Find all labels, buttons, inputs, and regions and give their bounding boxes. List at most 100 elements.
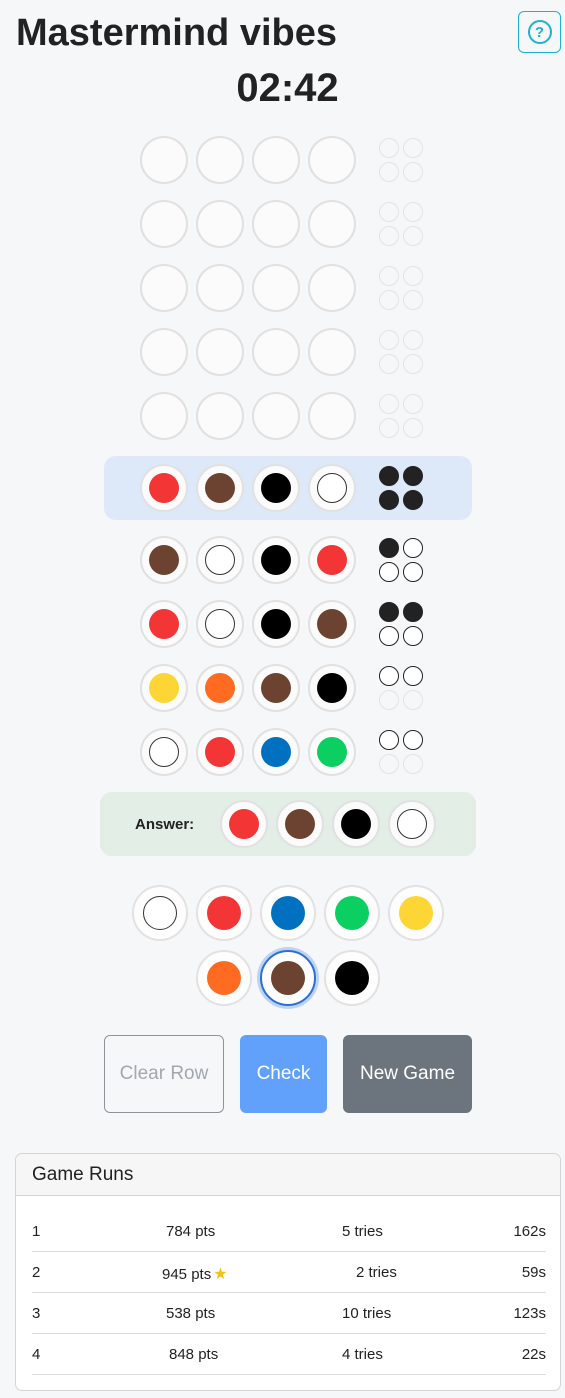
feedback-empty [403, 162, 423, 182]
palette-white-button[interactable] [132, 885, 188, 941]
star-icon: ★ [213, 1266, 228, 1283]
guess-peg-slot[interactable] [252, 264, 300, 312]
guess-peg-slot[interactable] [252, 392, 300, 440]
answer-label: Answer: [135, 816, 195, 833]
red-peg [149, 609, 179, 639]
palette-black-button[interactable] [324, 950, 380, 1006]
white-peg [397, 809, 427, 839]
feedback-white [403, 666, 423, 686]
guess-peg-slot[interactable] [196, 392, 244, 440]
guess-peg-slot[interactable] [196, 200, 244, 248]
guess-peg-slot[interactable] [196, 136, 244, 184]
run-row: 3 538 pts 10 tries 123s [32, 1293, 546, 1334]
feedback-black [379, 602, 399, 622]
answer-peg [388, 800, 436, 848]
guess-peg-slot[interactable] [252, 136, 300, 184]
guess-peg-slot[interactable] [252, 200, 300, 248]
guess-peg-slot[interactable] [140, 328, 188, 376]
feedback-pegs [379, 730, 423, 774]
feedback-pegs [379, 138, 423, 182]
run-tries: 5 tries [342, 1223, 383, 1240]
feedback-black [379, 538, 399, 558]
guess-peg-slot[interactable] [140, 264, 188, 312]
palette-red-button[interactable] [196, 885, 252, 941]
palette-brown-button[interactable] [260, 950, 316, 1006]
guess-peg-slot[interactable] [140, 464, 188, 512]
feedback-black [403, 466, 423, 486]
guess-peg-slot[interactable] [252, 728, 300, 776]
guess-peg-slot[interactable] [252, 536, 300, 584]
guess-peg-slot[interactable] [308, 464, 356, 512]
guess-peg-slot[interactable] [196, 264, 244, 312]
guess-peg-slot[interactable] [308, 600, 356, 648]
white-peg [149, 737, 179, 767]
guess-peg-slot[interactable] [196, 664, 244, 712]
feedback-empty [403, 226, 423, 246]
feedback-empty [379, 162, 399, 182]
run-points: 538 pts [166, 1305, 215, 1322]
guess-peg-slot[interactable] [308, 200, 356, 248]
feedback-empty [379, 266, 399, 286]
guess-peg-slot[interactable] [308, 536, 356, 584]
feedback-empty [403, 690, 423, 710]
guess-peg-slot[interactable] [196, 328, 244, 376]
feedback-empty [403, 138, 423, 158]
white-peg [205, 609, 235, 639]
guess-peg-slot[interactable] [308, 264, 356, 312]
green-peg [317, 737, 347, 767]
guess-peg-slot[interactable] [140, 664, 188, 712]
feedback-white [403, 626, 423, 646]
guess-peg-slot[interactable] [140, 392, 188, 440]
feedback-empty [379, 754, 399, 774]
guess-peg-slot[interactable] [252, 664, 300, 712]
feedback-pegs [379, 666, 423, 710]
guess-peg-slot[interactable] [308, 328, 356, 376]
palette-orange-button[interactable] [196, 950, 252, 1006]
guess-peg-slot[interactable] [308, 664, 356, 712]
feedback-empty [379, 138, 399, 158]
guess-peg-slot[interactable] [308, 728, 356, 776]
run-time: 162s [513, 1223, 546, 1240]
feedback-pegs [379, 330, 423, 374]
feedback-white [379, 666, 399, 686]
guess-peg-slot[interactable] [196, 536, 244, 584]
palette-blue-button[interactable] [260, 885, 316, 941]
feedback-empty [403, 330, 423, 350]
guess-peg-slot[interactable] [140, 728, 188, 776]
guess-peg-slot[interactable] [308, 136, 356, 184]
guess-peg-slot[interactable] [196, 464, 244, 512]
feedback-empty [403, 354, 423, 374]
feedback-empty [403, 418, 423, 438]
check-button[interactable]: Check [240, 1035, 327, 1113]
feedback-white [379, 730, 399, 750]
guess-peg-slot[interactable] [252, 328, 300, 376]
guess-row [0, 192, 565, 256]
guess-peg-slot[interactable] [196, 600, 244, 648]
answer-panel: Answer: [100, 792, 476, 856]
palette-yellow-button[interactable] [388, 885, 444, 941]
run-tries: 10 tries [342, 1305, 391, 1322]
guess-peg-slot[interactable] [252, 600, 300, 648]
run-points: 784 pts [166, 1223, 215, 1240]
red-peg [229, 809, 259, 839]
guess-peg-slot[interactable] [196, 728, 244, 776]
guess-peg-slot[interactable] [140, 536, 188, 584]
feedback-white [403, 538, 423, 558]
guess-peg-slot[interactable] [308, 392, 356, 440]
feedback-empty [379, 202, 399, 222]
guess-peg-slot[interactable] [140, 600, 188, 648]
palette-green-button[interactable] [324, 885, 380, 941]
new-game-button[interactable]: New Game [343, 1035, 472, 1113]
run-tries-text: 4 tries [342, 1346, 383, 1363]
guess-peg-slot[interactable] [252, 464, 300, 512]
feedback-white [403, 562, 423, 582]
feedback-empty [379, 690, 399, 710]
guess-peg-slot[interactable] [140, 136, 188, 184]
game-runs-panel: Game Runs 1 784 pts 5 tries 162s 2 945 pts ★ 2 … [15, 1153, 561, 1391]
clear-row-button[interactable]: Clear Row [104, 1035, 224, 1113]
yellow-swatch [399, 896, 433, 930]
guess-peg-slot[interactable] [140, 200, 188, 248]
guess-row [0, 256, 565, 320]
run-row: 1 784 pts 5 tries 162s [32, 1211, 546, 1252]
feedback-empty [403, 266, 423, 286]
